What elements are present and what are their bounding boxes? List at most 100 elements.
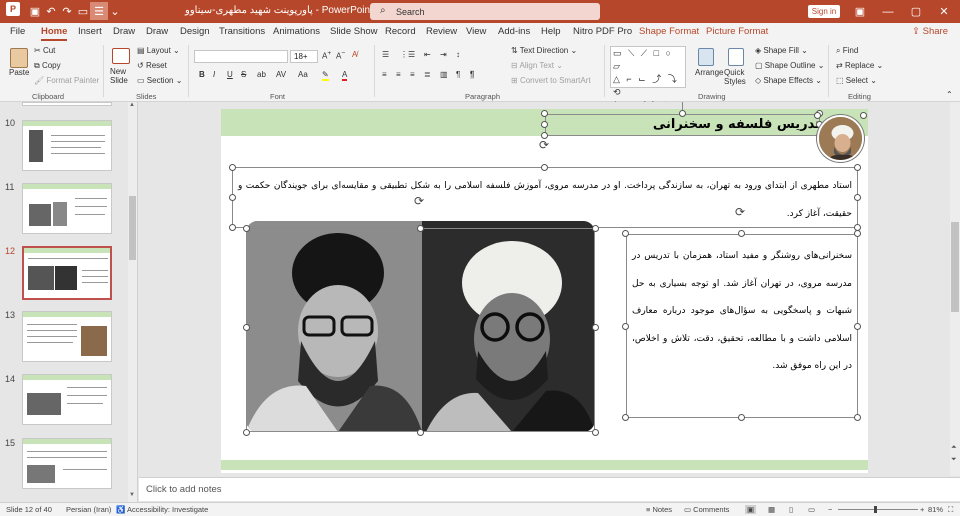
normal-view-icon[interactable]: ▣ — [745, 505, 757, 514]
line-spacing-icon[interactable]: ↕ — [456, 50, 460, 59]
font-size-combo[interactable]: 18+ — [290, 50, 318, 63]
quick-styles-icon[interactable] — [728, 48, 744, 66]
ltr-icon[interactable]: ¶ — [470, 70, 475, 79]
prev-slide-icon[interactable]: ⏶ — [951, 444, 957, 452]
ribbon-display-icon[interactable]: ▣ — [850, 3, 870, 20]
align-left-icon[interactable]: ≡ — [382, 70, 387, 79]
tab-help[interactable]: Help — [541, 26, 561, 37]
notes-pane[interactable] — [139, 477, 960, 501]
canvas-scrollbar[interactable]: ⏶ ⏷ — [950, 102, 960, 476]
clear-formatting-icon[interactable]: A̸ — [352, 50, 357, 59]
shapes-gallery[interactable]: ▭ ⟍ ⟋ □ ○ ▱△ ⌐ ⌙ ⤴ ⤵ ⟲↯ ↔ { } ☆ ⌄ — [610, 46, 686, 123]
shape-fill-button[interactable]: ◈ Shape Fill ⌄ — [755, 46, 808, 55]
highlight-icon[interactable]: ✎ — [322, 70, 329, 81]
customize-toolbar-icon[interactable]: ⌄ — [106, 2, 124, 20]
shape-effects-button[interactable]: ◇ Shape Effects ⌄ — [755, 76, 822, 85]
section-button[interactable]: ▭ Section ⌄ — [137, 76, 182, 85]
char-spacing-button[interactable]: AV — [276, 70, 286, 79]
slide-thumbnail-13[interactable] — [22, 311, 112, 362]
underline-button[interactable]: U — [227, 70, 233, 79]
body-text-1[interactable]: استاد مطهری از ابتدای ورود به تهران، به … — [232, 172, 858, 228]
format-painter-button[interactable]: 🖌 Format Painter — [34, 76, 99, 85]
tab-picture-format[interactable]: Picture Format — [706, 26, 768, 37]
notes-placeholder[interactable]: Click to add notes — [146, 484, 222, 495]
font-color-icon[interactable]: A — [342, 70, 348, 81]
tab-home[interactable]: Home — [41, 26, 68, 41]
quick-styles-button[interactable]: Quick Styles — [724, 68, 750, 86]
increase-indent-icon[interactable]: ⇥ — [440, 50, 447, 59]
new-slide-icon[interactable] — [112, 48, 130, 64]
notes-button[interactable]: ≡ Notes — [646, 505, 672, 514]
bullets-icon[interactable]: ☰ — [382, 50, 389, 59]
align-right-icon[interactable]: ≡ — [410, 70, 415, 79]
copy-button[interactable]: ⧉ Copy — [34, 61, 61, 71]
tab-draw-2[interactable]: Draw — [146, 26, 168, 37]
tab-shape-format[interactable]: Shape Format — [639, 26, 699, 37]
rotate-handle-icon[interactable]: ⟳ — [735, 205, 745, 219]
share-button[interactable]: ⇪ Share — [912, 26, 948, 37]
tab-review[interactable]: Review — [426, 26, 457, 37]
rotate-handle-icon[interactable]: ⟳ — [539, 138, 549, 152]
paste-button[interactable]: Paste — [9, 68, 29, 77]
tab-slide-show[interactable]: Slide Show — [330, 26, 378, 37]
close-button[interactable]: ✕ — [934, 3, 954, 20]
next-slide-icon[interactable]: ⏷ — [951, 456, 957, 464]
search-input[interactable]: ⌕ Search — [370, 3, 600, 20]
shape-outline-button[interactable]: ▢ Shape Outline ⌄ — [755, 61, 824, 70]
tab-animations[interactable]: Animations — [273, 26, 320, 37]
cut-button[interactable]: ✂ Cut — [34, 46, 55, 55]
slide-thumbnail-11[interactable] — [22, 183, 112, 234]
columns-icon[interactable]: ▥ — [440, 70, 448, 79]
slide-thumbnail-14[interactable] — [22, 374, 112, 425]
scroll-up-icon[interactable]: ▲ — [129, 102, 135, 108]
scroll-thumb[interactable] — [951, 222, 959, 312]
slide-title[interactable]: تدریس فلسفه و سخنرانی — [545, 114, 820, 136]
decrease-indent-icon[interactable]: ⇤ — [424, 50, 431, 59]
shrink-font-icon[interactable]: A− — [336, 50, 345, 61]
tab-nitro-pdf[interactable]: Nitro PDF Pro — [573, 26, 632, 37]
tab-design[interactable]: Design — [180, 26, 210, 37]
maximize-button[interactable]: ▢ — [906, 3, 926, 20]
zoom-slider-thumb[interactable] — [874, 506, 877, 513]
change-case-button[interactable]: Aa — [298, 70, 308, 79]
align-center-icon[interactable]: ≡ — [396, 70, 401, 79]
justify-icon[interactable]: ≣ — [424, 70, 431, 79]
fit-slide-icon[interactable]: ⛶ — [948, 505, 953, 515]
new-slide-button[interactable]: New Slide — [110, 67, 134, 85]
grow-font-icon[interactable]: A+ — [322, 50, 331, 61]
tab-file[interactable]: File — [10, 26, 25, 37]
collapse-ribbon-icon[interactable]: ⌃ — [946, 90, 953, 99]
italic-button[interactable]: I — [213, 70, 215, 79]
slide-thumbnail-12[interactable] — [22, 246, 112, 300]
slideshow-view-icon[interactable]: ▭ — [808, 505, 815, 514]
tab-transitions[interactable]: Transitions — [219, 26, 265, 37]
thumbnails-scrollbar[interactable]: ▲ ▼ — [128, 102, 137, 502]
zoom-out-icon[interactable]: − — [828, 505, 832, 514]
font-name-combo[interactable] — [194, 50, 288, 63]
arrange-icon[interactable] — [698, 48, 714, 66]
shadow-button[interactable]: ab — [257, 70, 266, 79]
portrait-image[interactable] — [817, 115, 864, 162]
select-button[interactable]: ⬚ Select ⌄ — [836, 76, 877, 85]
slide-thumbnail-15[interactable] — [22, 438, 112, 489]
paste-icon[interactable] — [10, 48, 28, 68]
text-direction-button[interactable]: ⇅ Text Direction ⌄ — [511, 46, 577, 55]
tab-insert[interactable]: Insert — [78, 26, 102, 37]
reset-button[interactable]: ↺ Reset — [137, 61, 167, 70]
zoom-level[interactable]: 81% — [928, 505, 943, 514]
rotate-handle-icon[interactable]: ⟳ — [414, 194, 424, 208]
strikethrough-button[interactable]: S — [241, 70, 246, 79]
tab-draw[interactable]: Draw — [113, 26, 135, 37]
convert-smartart-button[interactable]: ⊞ Convert to SmartArt — [511, 76, 591, 85]
language-status[interactable]: Persian (Iran) — [66, 505, 111, 514]
rtl-icon[interactable]: ¶ — [456, 70, 460, 79]
body-text-2[interactable]: سخنرانی‌های روشنگر و مفید استاد، همزمان … — [626, 240, 858, 418]
slide-sorter-icon[interactable]: ▦ — [768, 505, 775, 514]
scroll-down-icon[interactable]: ▼ — [129, 492, 135, 498]
accessibility-status[interactable]: ♿ Accessibility: Investigate — [116, 505, 208, 514]
tab-add-ins[interactable]: Add-ins — [498, 26, 530, 37]
scroll-thumb[interactable] — [129, 196, 136, 260]
replace-button[interactable]: ⇄ Replace ⌄ — [836, 61, 883, 70]
comments-button[interactable]: ▭ Comments — [684, 505, 729, 514]
zoom-slider[interactable] — [838, 506, 918, 513]
